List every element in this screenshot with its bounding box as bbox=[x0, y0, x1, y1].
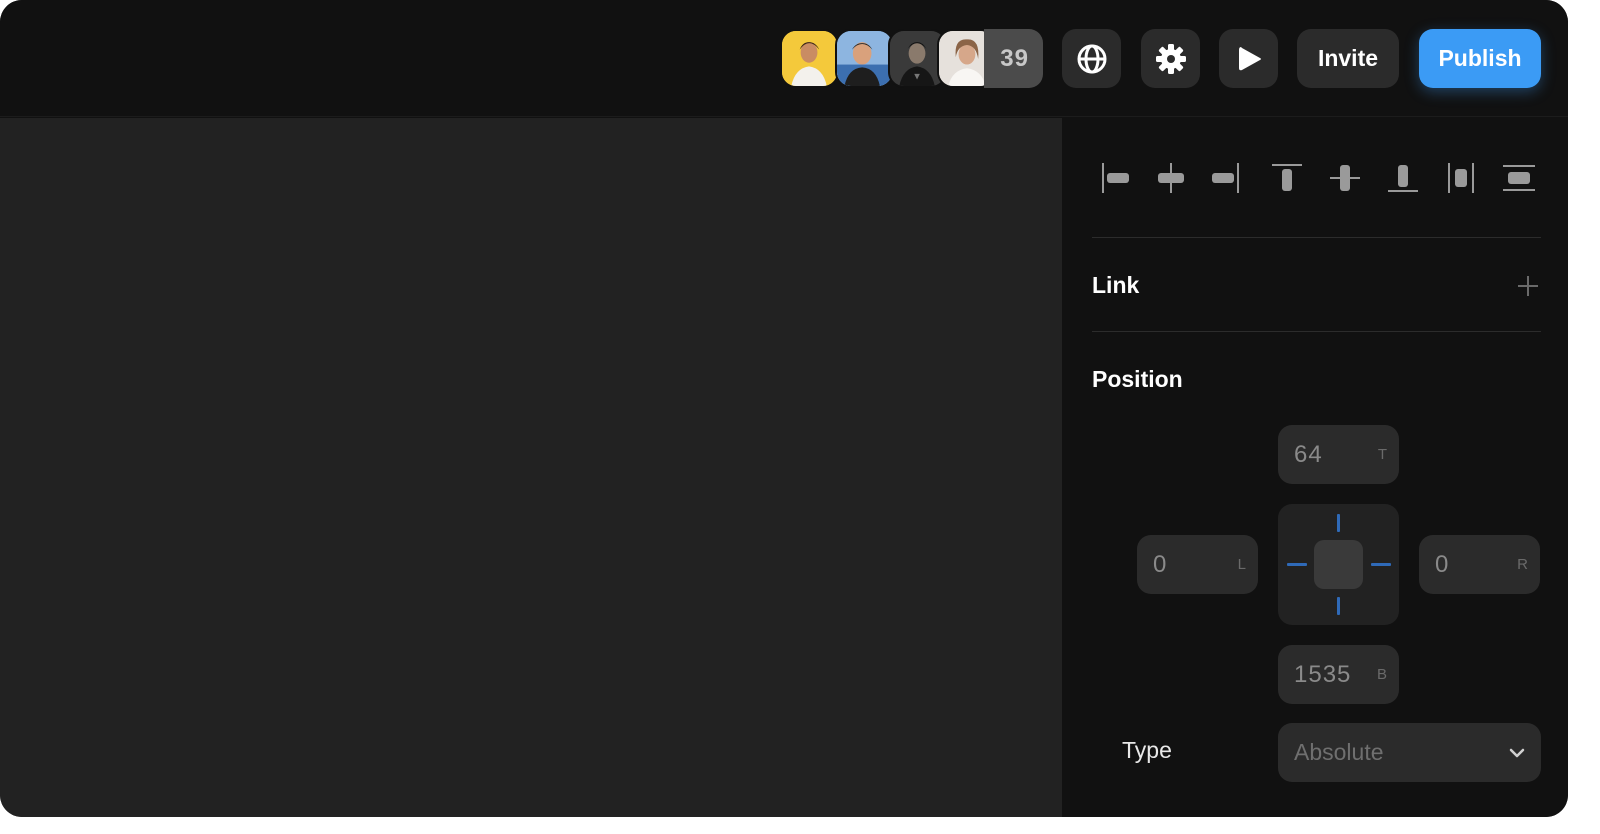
align-vertical-center-icon bbox=[1330, 165, 1360, 191]
constraint-bottom-pin[interactable] bbox=[1337, 597, 1340, 615]
align-horizontal-center-icon bbox=[1158, 163, 1184, 193]
divider bbox=[1092, 237, 1541, 238]
position-right-field[interactable]: 0 R bbox=[1419, 535, 1540, 594]
align-top-button[interactable] bbox=[1259, 150, 1315, 206]
constraint-right-pin[interactable] bbox=[1371, 563, 1391, 566]
avatar[interactable] bbox=[780, 29, 839, 88]
position-right-value: 0 bbox=[1435, 550, 1450, 578]
position-top-field[interactable]: 64 T bbox=[1278, 425, 1399, 484]
chevron-down-icon bbox=[1509, 748, 1525, 757]
plus-icon bbox=[1518, 276, 1538, 296]
preview-button[interactable] bbox=[1219, 29, 1278, 88]
position-left-field[interactable]: 0 L bbox=[1137, 535, 1258, 594]
divider bbox=[1092, 331, 1541, 332]
design-canvas[interactable] bbox=[0, 118, 1062, 817]
position-type-label: Type bbox=[1122, 737, 1172, 763]
position-right-suffix: R bbox=[1517, 556, 1528, 573]
position-bottom-suffix: B bbox=[1376, 666, 1387, 683]
align-bottom-icon bbox=[1388, 165, 1418, 192]
settings-button[interactable] bbox=[1141, 29, 1200, 88]
constraint-element bbox=[1314, 540, 1363, 589]
add-link-button[interactable] bbox=[1514, 272, 1542, 300]
position-bottom-field[interactable]: 1535 B bbox=[1278, 645, 1399, 704]
align-bottom-button[interactable] bbox=[1375, 150, 1431, 206]
align-right-button[interactable] bbox=[1200, 150, 1256, 206]
play-icon bbox=[1238, 46, 1261, 70]
align-top-icon bbox=[1272, 164, 1302, 191]
position-top-suffix: T bbox=[1377, 446, 1387, 463]
position-section-title: Position bbox=[1092, 366, 1183, 392]
align-vertical-center-button[interactable] bbox=[1317, 150, 1373, 206]
gear-icon bbox=[1155, 43, 1186, 74]
distribute-horizontal-button[interactable] bbox=[1433, 150, 1489, 206]
position-left-value: 0 bbox=[1153, 550, 1168, 578]
align-left-icon bbox=[1102, 163, 1129, 193]
position-type-value: Absolute bbox=[1294, 739, 1384, 765]
avatar[interactable] bbox=[835, 29, 894, 88]
constraint-widget bbox=[1278, 504, 1399, 625]
position-left-suffix: L bbox=[1237, 556, 1246, 573]
distribute-vertical-icon bbox=[1503, 165, 1535, 191]
globe-button[interactable] bbox=[1062, 29, 1121, 88]
distribute-horizontal-icon bbox=[1448, 163, 1474, 193]
align-horizontal-center-button[interactable] bbox=[1143, 150, 1199, 206]
align-left-button[interactable] bbox=[1085, 150, 1141, 206]
globe-icon bbox=[1077, 44, 1106, 73]
constraint-left-pin[interactable] bbox=[1287, 563, 1307, 566]
align-right-icon bbox=[1212, 163, 1239, 193]
position-top-value: 64 bbox=[1294, 440, 1323, 468]
position-type-select[interactable]: Absolute bbox=[1278, 723, 1541, 782]
invite-button[interactable]: Invite bbox=[1297, 29, 1399, 88]
publish-button[interactable]: Publish bbox=[1419, 29, 1541, 88]
link-section-title: Link bbox=[1092, 272, 1140, 298]
position-bottom-value: 1535 bbox=[1294, 660, 1352, 688]
alignment-toolbar bbox=[1092, 150, 1541, 206]
constraint-top-pin[interactable] bbox=[1337, 514, 1340, 532]
collaborator-count[interactable]: 39 bbox=[984, 29, 1043, 88]
distribute-vertical-button[interactable] bbox=[1491, 150, 1547, 206]
